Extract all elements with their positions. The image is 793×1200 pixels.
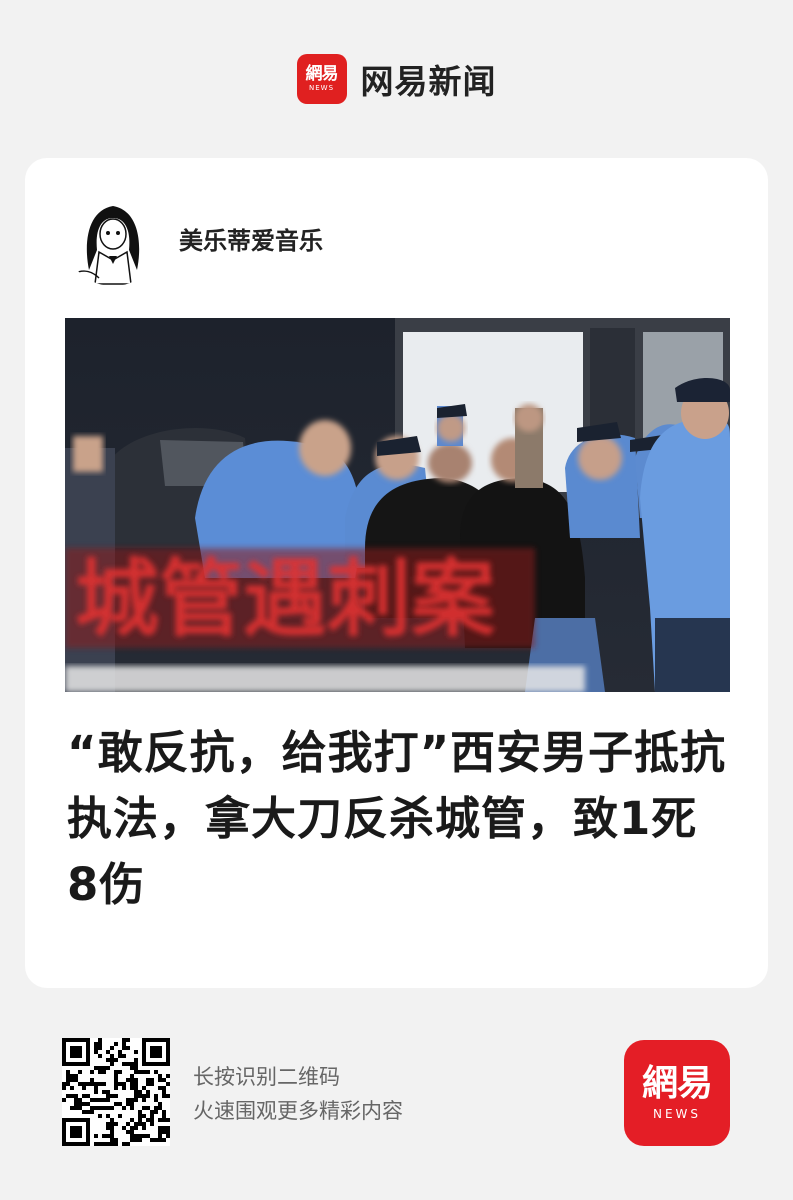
qr-code-icon [62, 1038, 170, 1146]
cover-image[interactable]: 城管遇刺案 [65, 318, 730, 692]
qr-hint: 长按识别二维码 火速围观更多精彩内容 [193, 1060, 403, 1128]
netease-app-logo-icon: 網易 NEWS [624, 1040, 730, 1146]
page-header: 網易 NEWS 网易新闻 [0, 0, 793, 158]
qr-code[interactable] [62, 1038, 170, 1146]
author-avatar[interactable] [65, 190, 161, 286]
author-name[interactable]: 美乐蒂爱音乐 [179, 221, 323, 256]
article-card[interactable]: 美乐蒂爱音乐 城管遇刺案 “敢反抗，给我打”西安男子抵抗执法，拿大刀反杀城管，致… [25, 158, 768, 988]
share-footer: 长按识别二维码 火速围观更多精彩内容 網易 NEWS [0, 988, 793, 1200]
brand-name: 网易新闻 [360, 62, 497, 101]
logo-subtext: NEWS [308, 84, 335, 92]
author-row[interactable]: 美乐蒂爱音乐 [65, 190, 323, 286]
article-headline[interactable]: “敢反抗，给我打”西安男子抵抗执法，拿大刀反杀城管，致1死8伤 [67, 720, 727, 918]
app-logo-subtext: NEWS [652, 1107, 702, 1121]
news-photo-illustration: 城管遇刺案 [65, 318, 730, 692]
app-logo-text: 網易 [641, 1063, 713, 1104]
qr-hint-line1: 长按识别二维码 [193, 1065, 340, 1089]
brand: 網易 NEWS 网易新闻 [296, 54, 497, 104]
qr-hint-line2: 火速围观更多精彩内容 [193, 1099, 403, 1123]
cover-overlay-caption: 城管遇刺案 [75, 550, 496, 648]
avatar-illustration-icon [66, 191, 160, 285]
logo-text: 網易 [305, 64, 339, 84]
netease-logo-icon: 網易 NEWS [296, 54, 347, 104]
